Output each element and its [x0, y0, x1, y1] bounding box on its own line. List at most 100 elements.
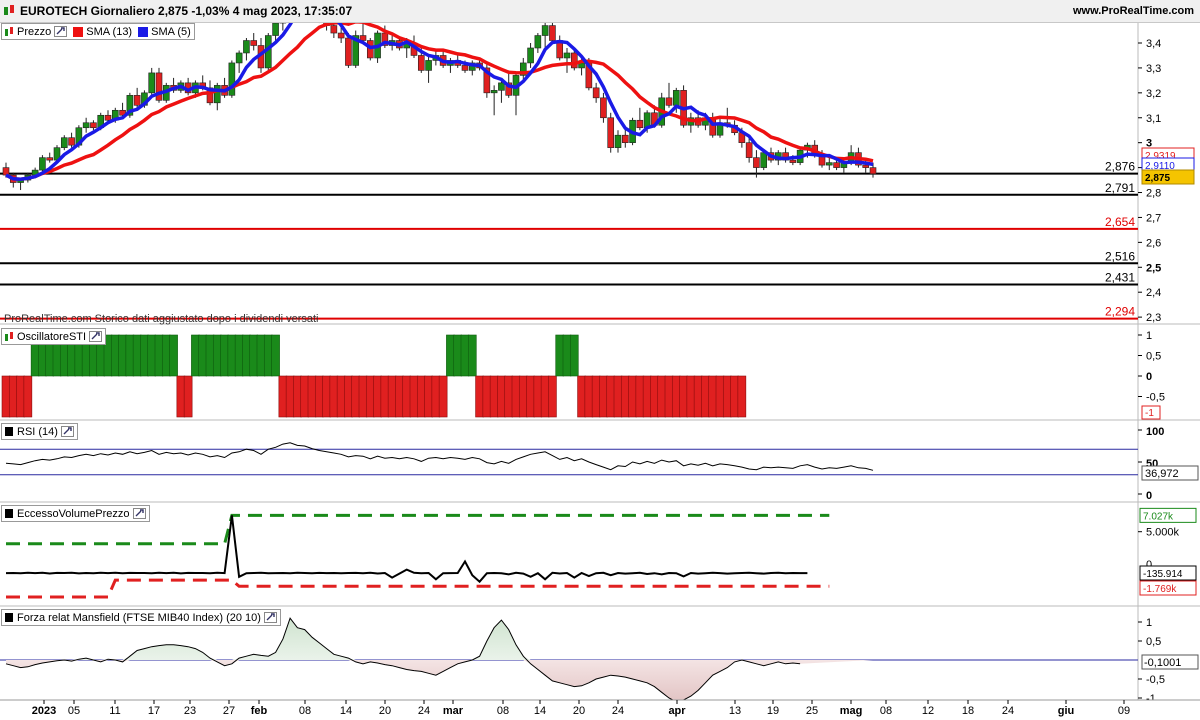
- candle-body[interactable]: [789, 159, 797, 163]
- sti-bar-negative: [737, 375, 747, 418]
- sti-bar-negative: [526, 375, 535, 418]
- candle-body[interactable]: [570, 52, 578, 69]
- sti-bar-positive: [227, 334, 237, 377]
- candle-body[interactable]: [46, 157, 54, 161]
- candle-body[interactable]: [534, 35, 542, 49]
- candle-body[interactable]: [753, 157, 760, 168]
- date-axis-label: 12: [922, 705, 934, 717]
- date-axis-label: 25: [806, 705, 818, 717]
- candle-body[interactable]: [68, 137, 75, 146]
- candle-body[interactable]: [869, 167, 877, 175]
- mansfield-legend[interactable]: Forza relat Mansfield (FTSE MIB40 Index)…: [1, 609, 281, 626]
- date-axis-label: 23: [184, 705, 196, 717]
- wrench-icon[interactable]: [54, 26, 68, 37]
- wrench-icon[interactable]: [60, 426, 74, 437]
- candle-body[interactable]: [760, 152, 768, 168]
- sti-bar-negative: [548, 375, 557, 418]
- sti-bar-positive: [569, 334, 579, 377]
- sma5-swatch: [138, 26, 149, 37]
- candle-body[interactable]: [461, 65, 469, 71]
- price-legend[interactable]: Prezzo SMA (13) SMA (5): [1, 23, 195, 40]
- volume-legend-label: EccessoVolumePrezzo: [17, 507, 130, 520]
- candle-body[interactable]: [133, 95, 141, 106]
- volume-axis-label: 5.000k: [1146, 527, 1180, 539]
- date-axis-label: mag: [840, 705, 863, 717]
- sti-bar-negative: [475, 375, 484, 418]
- candle-body[interactable]: [541, 25, 549, 36]
- sti-bar-positive: [125, 334, 135, 377]
- candle-body[interactable]: [614, 134, 622, 148]
- candle-body[interactable]: [228, 62, 236, 96]
- sti-bar-negative: [693, 375, 703, 418]
- candle-body[interactable]: [636, 119, 644, 129]
- candle-body[interactable]: [607, 117, 615, 148]
- candle-body[interactable]: [155, 72, 163, 101]
- sti-bar-positive: [271, 334, 280, 377]
- candle-body[interactable]: [825, 162, 833, 166]
- sti-legend[interactable]: OscillatoreSTI: [1, 328, 107, 345]
- candle-body[interactable]: [330, 25, 338, 34]
- sti-bar-negative: [606, 375, 616, 418]
- candle-body[interactable]: [862, 164, 870, 168]
- candle-body[interactable]: [490, 90, 498, 94]
- candle-body[interactable]: [337, 32, 345, 39]
- candle-body[interactable]: [665, 97, 673, 106]
- site-link[interactable]: www.ProRealTime.com: [1073, 5, 1194, 17]
- candle-body[interactable]: [549, 25, 556, 41]
- sti-bar-negative: [358, 375, 368, 418]
- candle-body[interactable]: [498, 82, 505, 91]
- sti-bar-negative: [722, 375, 732, 418]
- candle-body[interactable]: [235, 52, 243, 64]
- candle-body[interactable]: [82, 122, 90, 129]
- sti-axis-label: 1: [1146, 330, 1152, 342]
- support-level-label: 2,654: [1105, 215, 1135, 229]
- candle-body[interactable]: [345, 37, 352, 66]
- date-axis-label: 18: [962, 705, 974, 717]
- date-axis-label: 24: [1002, 705, 1014, 717]
- candle-body[interactable]: [527, 47, 534, 64]
- candle-body[interactable]: [833, 162, 840, 168]
- candle-body[interactable]: [39, 157, 46, 171]
- candle-body[interactable]: [272, 22, 279, 36]
- candle-body[interactable]: [250, 40, 258, 46]
- sti-bar-negative: [533, 375, 543, 418]
- sti-bar-positive: [555, 334, 565, 377]
- date-axis-label: 13: [729, 705, 741, 717]
- volume-excess-line[interactable]: [5, 515, 808, 584]
- candle-body[interactable]: [672, 90, 680, 106]
- sti-bar-negative: [351, 375, 361, 418]
- sti-bar-positive: [169, 334, 178, 377]
- sti-bar-negative: [642, 375, 652, 418]
- candle-body[interactable]: [243, 40, 250, 54]
- candle-body[interactable]: [592, 87, 600, 99]
- date-axis-bg: [0, 700, 1200, 720]
- candle-body[interactable]: [148, 72, 156, 94]
- candle-body[interactable]: [600, 97, 607, 119]
- sti-bar-negative: [497, 375, 506, 418]
- rsi-legend-label: RSI (14): [17, 425, 58, 438]
- candle-body[interactable]: [104, 114, 112, 121]
- wrench-icon[interactable]: [132, 508, 146, 519]
- candle-body[interactable]: [621, 134, 629, 143]
- wrench-icon[interactable]: [89, 331, 103, 342]
- volume-legend[interactable]: EccessoVolumePrezzo: [1, 505, 150, 522]
- price-axis-label: 2,5: [1146, 262, 1161, 274]
- sma13-legend-label: SMA (13): [86, 25, 133, 38]
- price-axis-label: 3,4: [1146, 38, 1161, 50]
- wrench-icon[interactable]: [263, 612, 277, 623]
- candle-body[interactable]: [213, 85, 221, 104]
- rsi-legend[interactable]: RSI (14): [1, 423, 78, 440]
- candle-body[interactable]: [417, 55, 425, 71]
- candle-body[interactable]: [60, 137, 68, 148]
- candle-body[interactable]: [563, 52, 571, 59]
- sti-bar-negative: [650, 375, 659, 418]
- candle-body[interactable]: [90, 122, 97, 129]
- sti-bar-negative: [686, 375, 696, 418]
- sti-bar-positive: [205, 334, 215, 377]
- rsi-line[interactable]: [5, 442, 874, 471]
- sti-bar-negative: [431, 375, 441, 418]
- candle-body[interactable]: [2, 167, 10, 176]
- candle-body[interactable]: [425, 60, 432, 71]
- candle-body[interactable]: [745, 142, 753, 158]
- sti-axis-label: 0,5: [1146, 351, 1161, 363]
